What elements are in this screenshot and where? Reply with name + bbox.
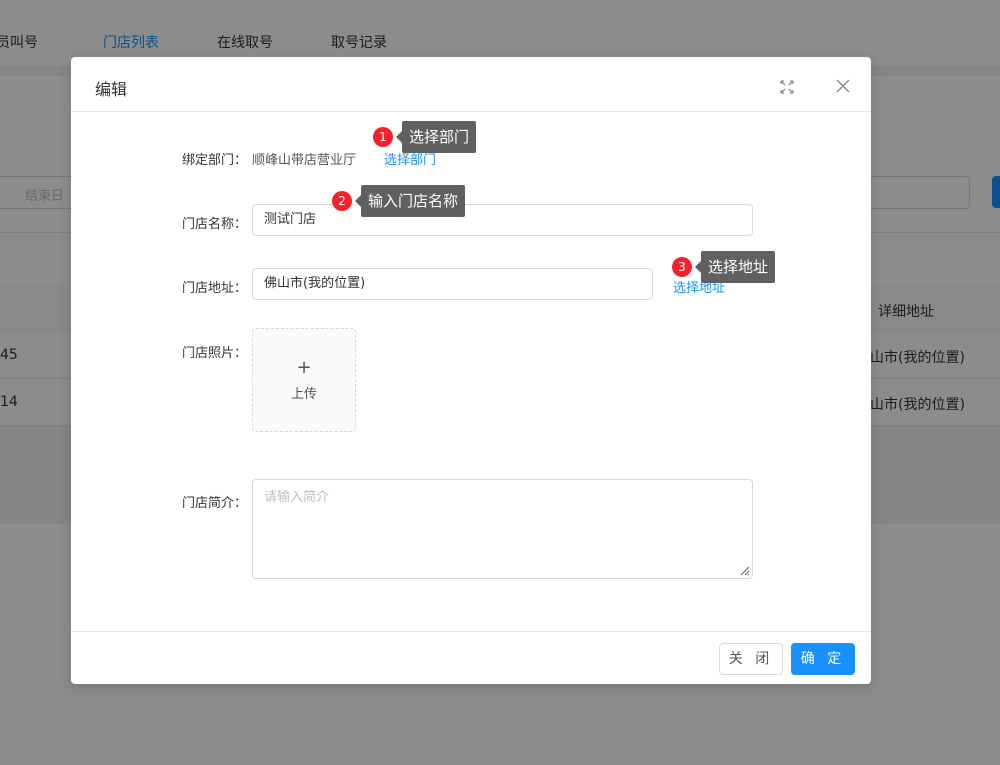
modal-header: 编辑 — [71, 57, 871, 112]
fullscreen-icon[interactable] — [777, 77, 797, 97]
step-2-badge: 2 — [332, 191, 352, 211]
store-intro-label: 门店简介： — [181, 496, 247, 511]
photo-upload-button[interactable]: + 上传 — [252, 328, 356, 432]
step-3-badge: 3 — [672, 257, 692, 277]
department-value: 顺峰山带店营业厅 — [252, 153, 357, 168]
store-address-label: 门店地址： — [181, 281, 247, 296]
store-intro-textarea[interactable]: 请输入简介 — [252, 479, 753, 579]
modal-title: 编辑 — [95, 80, 128, 99]
confirm-button[interactable]: 确 定 — [791, 643, 855, 675]
close-icon[interactable] — [833, 76, 853, 96]
step-2-tooltip: 输入门店名称 — [354, 185, 466, 217]
step-1-badge: 1 — [373, 127, 393, 147]
modal-footer: 关 闭 确 定 — [71, 631, 871, 685]
store-name-input[interactable]: 测试门店 — [252, 204, 753, 236]
store-address-input[interactable]: 佛山市(我的位置) — [252, 268, 653, 300]
step-3-tooltip: 选择地址 — [694, 251, 776, 283]
department-label: 绑定部门： — [181, 153, 247, 168]
store-name-label: 门店名称： — [181, 217, 247, 232]
close-button[interactable]: 关 闭 — [719, 643, 783, 675]
intro-placeholder: 请输入简介 — [264, 490, 330, 505]
store-photo-label: 门店照片： — [181, 346, 247, 361]
plus-icon: + — [296, 357, 312, 378]
resize-grip-icon[interactable] — [738, 564, 750, 576]
upload-text: 上传 — [290, 387, 317, 402]
step-1-tooltip: 选择部门 — [395, 121, 477, 153]
